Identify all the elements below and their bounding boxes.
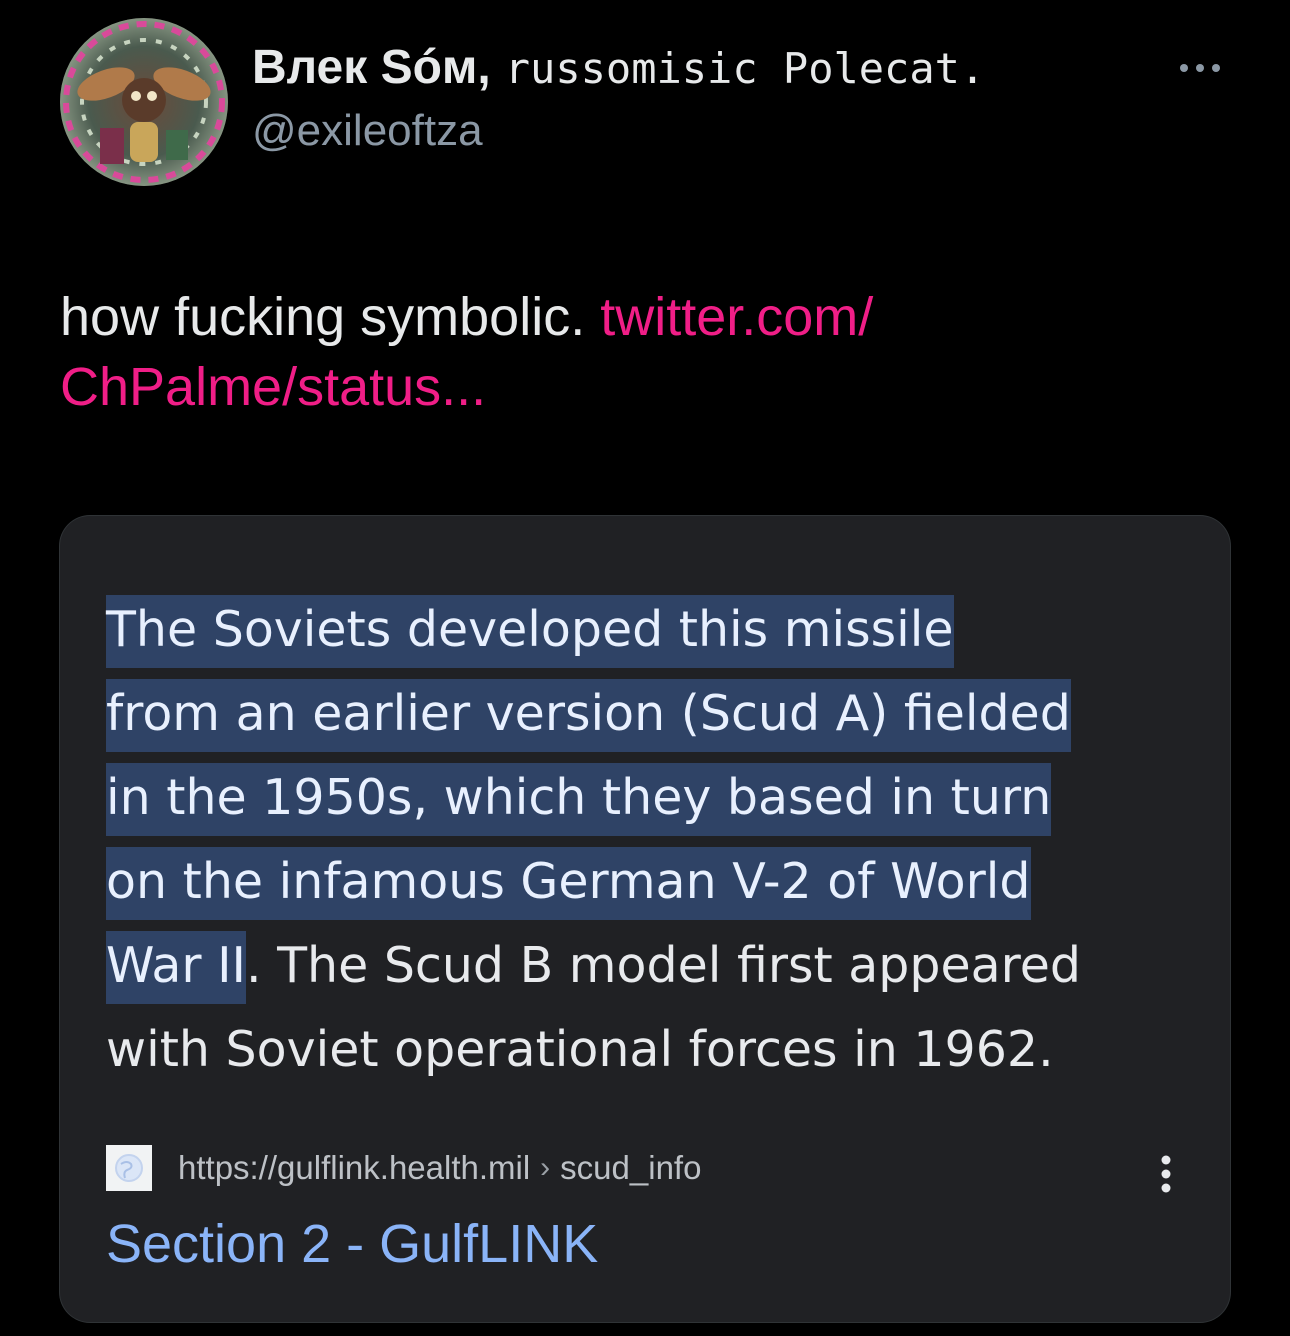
snippet-highlight: War II xyxy=(106,931,246,1004)
snippet-line: with Soviet operational forces in 1962. xyxy=(106,1008,1206,1092)
tweet-text: how fucking symbolic. twitter.com/ChPalm… xyxy=(60,282,1230,422)
display-name-main[interactable]: Влек Sóм, xyxy=(252,41,491,94)
breadcrumb-separator: › xyxy=(540,1151,551,1184)
snippet-line: War II. The Scud B model first appeared xyxy=(106,924,1206,1008)
snippet-highlight: in the 1950s, which they based in turn xyxy=(106,763,1052,836)
snippet-text: with Soviet operational forces in 1962. xyxy=(106,1021,1054,1078)
search-snippet: The Soviets developed this missile from … xyxy=(106,588,1206,1092)
display-name-suffix[interactable]: russomisic Polecat. xyxy=(505,44,985,93)
source-url[interactable]: https://gulflink.health.mil xyxy=(178,1149,530,1187)
result-title-link[interactable]: Section 2 - GulfLINK xyxy=(106,1210,598,1278)
snippet-line: on the infamous German V-2 of World xyxy=(106,840,1206,924)
tweet-link-line2[interactable]: ChPalme/status... xyxy=(60,357,486,417)
more-horizontal-icon xyxy=(1180,64,1220,72)
avatar-image xyxy=(60,18,228,186)
snippet-line: in the 1950s, which they based in turn xyxy=(106,756,1206,840)
snippet-line: from an earlier version (Scud A) fielded xyxy=(106,672,1206,756)
result-menu-button[interactable] xyxy=(1142,1150,1190,1198)
snippet-text: . The Scud B model first appeared xyxy=(245,937,1082,994)
tweet-body: how fucking symbolic. xyxy=(60,287,601,347)
display-name[interactable]: Влек Sóм, russomisic Polecat. xyxy=(252,38,985,99)
more-options-button[interactable] xyxy=(1170,52,1230,84)
snippet-highlight: from an earlier version (Scud A) fielded xyxy=(106,679,1071,752)
source-row[interactable]: https://gulflink.health.mil › scud_info xyxy=(106,1144,701,1192)
snippet-highlight: The Soviets developed this missile xyxy=(106,595,954,668)
snippet-highlight: on the infamous German V-2 of World xyxy=(106,847,1031,920)
more-vertical-icon xyxy=(1161,1155,1171,1193)
author-header: Влек Sóм, russomisic Polecat. @exileoftza xyxy=(252,38,985,159)
avatar[interactable] xyxy=(60,18,228,186)
snippet-line: The Soviets developed this missile xyxy=(106,588,1206,672)
tweet-link-line1[interactable]: twitter.com/ xyxy=(600,287,873,347)
user-handle[interactable]: @exileoftza xyxy=(252,103,985,159)
source-path[interactable]: scud_info xyxy=(560,1149,701,1187)
media-card[interactable]: The Soviets developed this missile from … xyxy=(60,516,1230,1322)
globe-icon xyxy=(106,1145,152,1191)
